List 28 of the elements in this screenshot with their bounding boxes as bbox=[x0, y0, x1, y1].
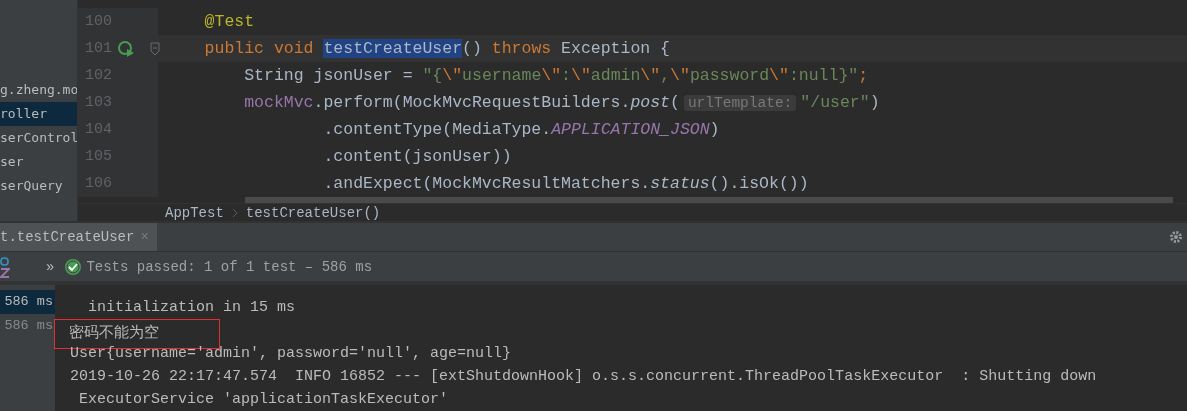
code-line: public void testCreateUser() throws Exception { bbox=[203, 39, 671, 58]
breadcrumb[interactable]: testCreateUser() bbox=[245, 204, 381, 221]
test-status: Tests passed: 1 of 1 test – 586 ms bbox=[86, 258, 373, 275]
code-line: .andExpect(MockMvcResultMatchers.status().isOk()) bbox=[322, 174, 809, 193]
test-tree-item[interactable]: 586 ms bbox=[0, 290, 55, 314]
run-test-icon[interactable] bbox=[117, 39, 135, 58]
project-tree-item[interactable]: ser bbox=[0, 150, 77, 174]
project-tree-item[interactable]: roller bbox=[0, 102, 77, 126]
project-tree-item[interactable]: serControl bbox=[0, 126, 77, 150]
fold-marker-icon[interactable] bbox=[150, 42, 160, 56]
code-line: .contentType(MediaType.APPLICATION_JSON) bbox=[322, 120, 720, 139]
settings-icon[interactable] bbox=[1169, 230, 1183, 244]
run-tab[interactable]: t.testCreateUser × bbox=[0, 223, 157, 251]
horizontal-scrollbar[interactable] bbox=[245, 197, 1173, 203]
project-tree-item[interactable]: g.zheng.mo bbox=[0, 78, 77, 102]
code-line: String jsonUser = "{\"username\":\"admin\",\"password\":null}"; bbox=[243, 66, 869, 85]
expand-toolbar-button[interactable]: » bbox=[46, 258, 55, 275]
sort-icon[interactable] bbox=[0, 255, 10, 278]
code-line: mockMvc.perform(MockMvcRequestBuilders.post( urlTemplate: "/user") bbox=[243, 93, 880, 112]
chevron-icon bbox=[231, 207, 238, 218]
breadcrumb[interactable]: AppTest bbox=[165, 204, 224, 221]
code-line: @Test bbox=[203, 12, 255, 31]
code-line: .content(jsonUser)) bbox=[322, 147, 512, 166]
test-tree-item[interactable]: 586 ms bbox=[0, 314, 55, 338]
console-line: initialization in 15 ms bbox=[87, 299, 296, 316]
project-tree-item[interactable]: serQuery bbox=[0, 174, 77, 198]
console-line: 2019-10-26 22:17:47.574 INFO 16852 --- [extShutdownHook] o.s.s.concurrent.ThreadPoolTaskExecutor : Shutting down bbox=[70, 368, 1097, 385]
console-line: ExecutorService 'applicationTaskExecutor' bbox=[78, 391, 449, 408]
